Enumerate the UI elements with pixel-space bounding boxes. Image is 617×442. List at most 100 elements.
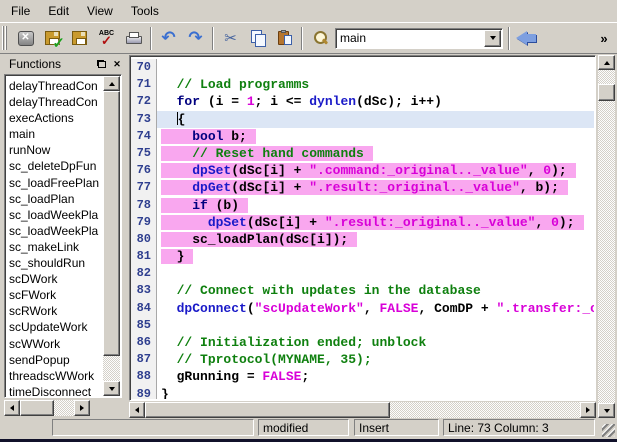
line-number: 82 — [131, 265, 157, 282]
scroll-right-button[interactable] — [74, 400, 90, 416]
function-list-item[interactable]: sc_shouldRun — [6, 255, 103, 271]
function-list-item[interactable]: scRWork — [6, 303, 103, 319]
function-list-item[interactable]: sc_deleteDpFun — [6, 158, 103, 174]
function-list-item[interactable]: sc_loadWeekPla — [6, 223, 103, 239]
code-line[interactable]: 73 { — [131, 111, 594, 128]
back-button[interactable] — [513, 25, 540, 51]
function-list-item[interactable]: sendPopup — [6, 352, 103, 368]
function-list-item[interactable]: threadscWWork — [6, 368, 103, 384]
resize-grip[interactable] — [602, 424, 615, 437]
function-list-item[interactable]: scWWork — [6, 336, 103, 352]
toolbar-overflow-button[interactable]: » — [595, 25, 613, 51]
code-line[interactable]: 79 dpSet(dSc[i] + ".result:_original.._v… — [131, 214, 594, 231]
scroll-up-button[interactable] — [598, 55, 615, 70]
code-line[interactable]: 83 // Connect with updates in the databa… — [131, 282, 594, 299]
toolbar-drag-handle[interactable] — [2, 26, 9, 50]
functions-panel: Functions ✕ delayThreadCondelayThreadCon… — [2, 55, 126, 418]
scrollbar-track[interactable] — [54, 400, 74, 416]
code-text: dpConnect("scUpdateWork", FALSE, ComDP +… — [157, 300, 594, 317]
code-line[interactable]: 86 // Initialization ended; unblock — [131, 334, 594, 351]
code-line[interactable]: 89} — [131, 386, 594, 399]
function-list-item[interactable]: scFWork — [6, 287, 103, 303]
function-list-vertical-scrollbar[interactable] — [103, 76, 120, 396]
menu-view[interactable]: View — [78, 1, 122, 21]
code-line[interactable]: 77 dpGet(dSc[i] + ".result:_original.._v… — [131, 179, 594, 196]
scrollbar-track[interactable] — [598, 70, 615, 403]
copy-button[interactable] — [244, 25, 271, 51]
function-list-item[interactable]: sc_loadFreePlan — [6, 175, 103, 191]
back-arrow-icon — [516, 31, 538, 46]
code-line[interactable]: 88 gRunning = FALSE; — [131, 368, 594, 385]
function-combobox[interactable]: main — [335, 28, 503, 49]
save-accept-button[interactable]: ✓ — [39, 25, 66, 51]
scroll-left-button[interactable] — [4, 400, 20, 416]
scrollbar-thumb[interactable] — [598, 84, 615, 101]
function-list: delayThreadCondelayThreadConexecActionsm… — [4, 74, 122, 398]
scroll-down-button[interactable] — [103, 381, 120, 396]
code-line[interactable]: 72 for (i = 1; i <= dynlen(dSc); i++) — [131, 93, 594, 110]
toolbar: ✕ ✓ ABC ✓ ↶ ↷ ✂ main — [0, 23, 617, 54]
close-button[interactable]: ✕ — [12, 25, 39, 51]
status-modified: modified — [258, 419, 349, 436]
function-list-item[interactable]: sc_loadWeekPla — [6, 207, 103, 223]
menu-edit[interactable]: Edit — [39, 1, 78, 21]
editor-vertical-scrollbar[interactable] — [598, 55, 615, 418]
scroll-up-button[interactable] — [103, 76, 120, 91]
scrollbar-thumb[interactable] — [103, 91, 120, 356]
code-line[interactable]: 85 — [131, 317, 594, 334]
function-list-item[interactable]: execActions — [6, 110, 103, 126]
panel-close-button[interactable]: ✕ — [110, 58, 124, 71]
function-list-item[interactable]: scDWork — [6, 271, 103, 287]
print-button[interactable] — [120, 25, 147, 51]
check-overlay-icon: ✓ — [52, 36, 65, 51]
line-number: 80 — [131, 231, 157, 248]
function-list-item[interactable]: delayThreadCon — [6, 94, 103, 110]
panel-float-button[interactable] — [94, 58, 108, 71]
code-line[interactable]: 71 // Load programms — [131, 76, 594, 93]
selected-text: sc_loadPlan(dSc[i]); — [161, 232, 357, 247]
cut-button[interactable]: ✂ — [217, 25, 244, 51]
function-list-item[interactable]: sc_loadPlan — [6, 191, 103, 207]
spellcheck-button[interactable]: ABC ✓ — [93, 25, 120, 51]
function-list-item[interactable]: runNow — [6, 142, 103, 158]
paste-icon — [278, 30, 292, 46]
undo-button[interactable]: ↶ — [155, 25, 182, 51]
code-line[interactable]: 76 dpSet(dSc[i] + ".command:_original.._… — [131, 162, 594, 179]
code-text: // Initialization ended; unblock — [157, 334, 594, 351]
function-list-item[interactable]: sc_makeLink — [6, 239, 103, 255]
code-line[interactable]: 81 } — [131, 248, 594, 265]
line-number: 85 — [131, 317, 157, 334]
function-list-item[interactable]: main — [6, 126, 103, 142]
code-line[interactable]: 75 // Reset hand commands — [131, 145, 594, 162]
menu-tools[interactable]: Tools — [122, 1, 168, 21]
line-number: 89 — [131, 386, 157, 399]
redo-button[interactable]: ↷ — [182, 25, 209, 51]
code-line[interactable]: 87 // Tprotocol(MYNAME, 35); — [131, 351, 594, 368]
combobox-value: main — [336, 31, 484, 45]
code-editor-pane: 7071 // Load programms72 for (i = 1; i <… — [129, 55, 615, 418]
code-text: dpSet(dSc[i] + ".result:_original.._valu… — [157, 214, 594, 231]
code-line[interactable]: 80 sc_loadPlan(dSc[i]); — [131, 231, 594, 248]
code-text: } — [157, 248, 594, 265]
paste-button[interactable] — [271, 25, 298, 51]
close-icon: ✕ — [113, 60, 121, 69]
combobox-dropdown-button[interactable] — [484, 30, 501, 47]
toolbar-separator — [301, 27, 303, 50]
function-list-item[interactable]: delayThreadCon — [6, 78, 103, 94]
status-bar: modified Insert Line: 73 Column: 3 — [0, 416, 617, 439]
code-line[interactable]: 82 — [131, 265, 594, 282]
save-button[interactable] — [66, 25, 93, 51]
search-button[interactable] — [306, 25, 333, 51]
code-line[interactable]: 70 — [131, 59, 594, 76]
function-list-horizontal-scrollbar[interactable] — [4, 400, 90, 416]
function-list-item[interactable]: scUpdateWork — [6, 319, 103, 335]
code-line[interactable]: 78 if (b) — [131, 197, 594, 214]
function-list-item[interactable]: timeDisconnect — [6, 384, 103, 396]
code-line[interactable]: 84 dpConnect("scUpdateWork", FALSE, ComD… — [131, 300, 594, 317]
scrollbar-thumb[interactable] — [20, 400, 54, 416]
selected-text: if (b) — [161, 198, 248, 213]
code-text: if (b) — [157, 197, 594, 214]
code-editor[interactable]: 7071 // Load programms72 for (i = 1; i <… — [129, 55, 596, 401]
code-line[interactable]: 74 bool b; — [131, 128, 594, 145]
menu-file[interactable]: File — [2, 1, 39, 21]
